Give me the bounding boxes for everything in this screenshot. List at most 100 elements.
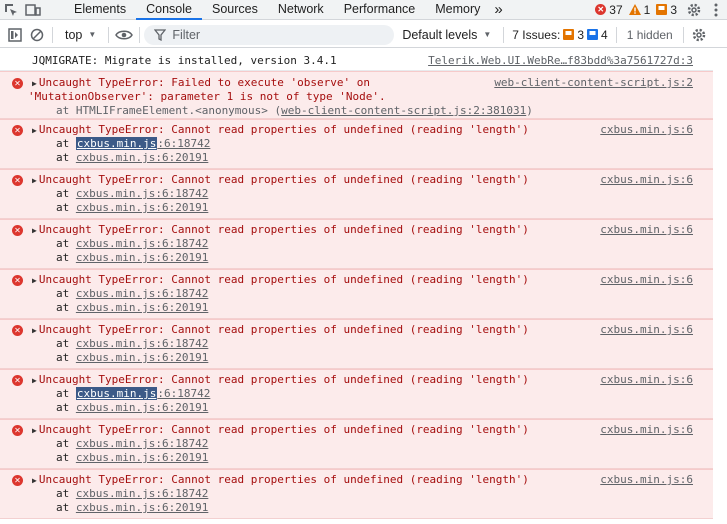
console-error-message: ✕ ▶ Uncaught TypeError: Cannot read prope… [0, 119, 727, 169]
tab-console[interactable]: Console [136, 0, 202, 20]
error-source-link[interactable]: cxbus.min.js:6 [600, 273, 693, 286]
stack-frame-link[interactable]: cxbus.min.js:6:20191 [76, 201, 208, 214]
expand-triangle-icon[interactable]: ▶ [32, 376, 37, 385]
stack-frame: at cxbus.min.js:6:18742 [56, 387, 210, 400]
issues-button[interactable]: 7 Issues: 3 4 [508, 28, 611, 42]
error-line[interactable]: ▶ Uncaught TypeError: Cannot read propert… [32, 273, 529, 286]
stack-link-highlighted[interactable]: cxbus.min.js [75, 137, 158, 150]
expand-triangle-icon[interactable]: ▶ [32, 476, 37, 485]
stack-frame-link[interactable]: cxbus.min.js:6:18742 [75, 387, 210, 400]
error-line[interactable]: ▶ Uncaught TypeError: Cannot read propert… [32, 473, 529, 486]
expand-triangle-icon[interactable]: ▶ [32, 326, 37, 335]
stack-link-rest[interactable]: cxbus.min.js:6:18742 [76, 487, 208, 500]
device-toolbar-icon[interactable] [22, 0, 44, 20]
show-sidebar-icon[interactable] [4, 25, 26, 45]
error-source-link[interactable]: cxbus.min.js:6 [600, 473, 693, 486]
stack-frame-link[interactable]: web-client-content-script.js:2:381031 [281, 104, 526, 117]
stack-frame-link[interactable]: cxbus.min.js:6:18742 [76, 487, 208, 500]
stack-frame-link[interactable]: cxbus.min.js:6:20191 [76, 451, 208, 464]
context-selector[interactable]: top ▼ [57, 28, 104, 42]
stack-at-label: at [56, 337, 70, 350]
live-expression-eye-icon[interactable] [113, 25, 135, 45]
error-line[interactable]: ▶ Uncaught TypeError: Cannot read propert… [32, 373, 529, 386]
console-error-message: ✕ ▶ Uncaught TypeError: Failed to execute… [0, 71, 727, 119]
expand-triangle-icon[interactable]: ▶ [32, 79, 37, 88]
stack-frame-link[interactable]: cxbus.min.js:6:18742 [76, 437, 208, 450]
error-line[interactable]: ▶ Uncaught TypeError: Cannot read propert… [32, 123, 529, 136]
stack-frame-prefix: at HTMLIFrameElement.<anonymous> ( [56, 104, 282, 117]
stack-frame-link[interactable]: cxbus.min.js:6:20191 [76, 151, 208, 164]
error-icon: ✕ [12, 325, 23, 336]
stack-link-rest[interactable]: cxbus.min.js:6:18742 [76, 287, 208, 300]
dropdown-arrow-icon: ▼ [88, 30, 97, 39]
console-scrollbar[interactable] [713, 49, 727, 524]
error-count-badge[interactable]: ✕ 37 [595, 3, 623, 17]
stack-frame-link[interactable]: cxbus.min.js:6:20191 [76, 401, 208, 414]
stack-at-label: at [56, 201, 70, 214]
stack-frame-link[interactable]: cxbus.min.js:6:20191 [76, 251, 208, 264]
clear-console-icon[interactable] [26, 25, 48, 45]
issue-info-icon [587, 29, 598, 40]
more-options-icon[interactable] [705, 0, 727, 20]
console-toolbar: top ▼ Default levels ▼ 7 Issues: 3 4 1 h… [0, 22, 727, 48]
tab-memory[interactable]: Memory [425, 0, 490, 20]
log-levels-dropdown[interactable]: Default levels ▼ [394, 28, 499, 42]
stack-frame-link[interactable]: cxbus.min.js:6:18742 [75, 137, 210, 150]
error-line[interactable]: ▶ Uncaught TypeError: Cannot read propert… [32, 323, 529, 336]
stack-frame-link[interactable]: cxbus.min.js:6:20191 [76, 301, 208, 314]
more-tabs-button[interactable]: » [490, 0, 506, 20]
filter-input[interactable] [172, 27, 373, 42]
tab-elements[interactable]: Elements [64, 0, 136, 20]
error-line[interactable]: ▶ Uncaught TypeError: Cannot read propert… [32, 223, 529, 236]
console-error-message: ✕ ▶ Uncaught TypeError: Cannot read prope… [0, 419, 727, 469]
expand-triangle-icon[interactable]: ▶ [32, 226, 37, 235]
error-text: Uncaught TypeError: Cannot read properti… [38, 323, 529, 336]
expand-triangle-icon[interactable]: ▶ [32, 426, 37, 435]
info-count-badge[interactable]: 3 [656, 3, 677, 17]
error-list: ✕ ▶ Uncaught TypeError: Cannot read prope… [0, 119, 727, 519]
info-source-link[interactable]: Telerik.Web.UI.WebRe…f83bdd%3a7561727d:3 [428, 54, 693, 67]
error-line[interactable]: ▶ Uncaught TypeError: Cannot read propert… [32, 423, 529, 436]
stack-frame-link[interactable]: cxbus.min.js:6:18742 [76, 187, 208, 200]
stack-link-rest[interactable]: cxbus.min.js:6:18742 [76, 187, 208, 200]
warning-count-badge[interactable]: 1 [628, 3, 650, 17]
console-settings-gear-icon[interactable] [688, 25, 710, 45]
error-source-link[interactable]: cxbus.min.js:6 [600, 423, 693, 436]
error-icon: ✕ [12, 225, 23, 236]
stack-link-rest[interactable]: cxbus.min.js:6:18742 [76, 237, 208, 250]
tab-sources[interactable]: Sources [202, 0, 268, 20]
error-source-link[interactable]: cxbus.min.js:6 [600, 173, 693, 186]
stack-at-label: at [56, 501, 70, 514]
expand-triangle-icon[interactable]: ▶ [32, 276, 37, 285]
error-source-link[interactable]: cxbus.min.js:6 [600, 223, 693, 236]
stack-frame-link[interactable]: cxbus.min.js:6:20191 [76, 351, 208, 364]
error-icon: ✕ [595, 4, 607, 15]
stack-link-rest[interactable]: :6:18742 [157, 387, 210, 400]
stack-frame-link[interactable]: cxbus.min.js:6:20191 [76, 501, 208, 514]
stack-link-rest[interactable]: cxbus.min.js:6:18742 [76, 437, 208, 450]
settings-gear-icon[interactable] [683, 0, 705, 20]
inspect-element-icon[interactable] [0, 0, 22, 20]
stack-at-label: at [56, 137, 70, 150]
error-text: Uncaught TypeError: Cannot read properti… [38, 273, 529, 286]
error-icon: ✕ [12, 125, 23, 136]
stack-frame-link[interactable]: cxbus.min.js:6:18742 [76, 237, 208, 250]
expand-triangle-icon[interactable]: ▶ [32, 176, 37, 185]
error-first-line[interactable]: ▶ Uncaught TypeError: Failed to execute '… [32, 76, 370, 89]
console-error-message: ✕ ▶ Uncaught TypeError: Cannot read prope… [0, 269, 727, 319]
tab-performance[interactable]: Performance [334, 0, 426, 20]
error-source-link[interactable]: cxbus.min.js:6 [600, 123, 693, 136]
tab-network[interactable]: Network [268, 0, 334, 20]
error-source-link[interactable]: cxbus.min.js:6 [600, 323, 693, 336]
stack-link-rest[interactable]: cxbus.min.js:6:18742 [76, 337, 208, 350]
error-text: Uncaught TypeError: Cannot read properti… [38, 373, 529, 386]
expand-triangle-icon[interactable]: ▶ [32, 126, 37, 135]
error-text: Uncaught TypeError: Cannot read properti… [38, 223, 529, 236]
stack-link-rest[interactable]: :6:18742 [157, 137, 210, 150]
stack-frame-link[interactable]: cxbus.min.js:6:18742 [76, 337, 208, 350]
error-source-link[interactable]: cxbus.min.js:6 [600, 373, 693, 386]
error-source-link[interactable]: web-client-content-script.js:2 [494, 76, 693, 89]
stack-link-highlighted[interactable]: cxbus.min.js [75, 387, 158, 400]
stack-frame-link[interactable]: cxbus.min.js:6:18742 [76, 287, 208, 300]
error-line[interactable]: ▶ Uncaught TypeError: Cannot read propert… [32, 173, 529, 186]
